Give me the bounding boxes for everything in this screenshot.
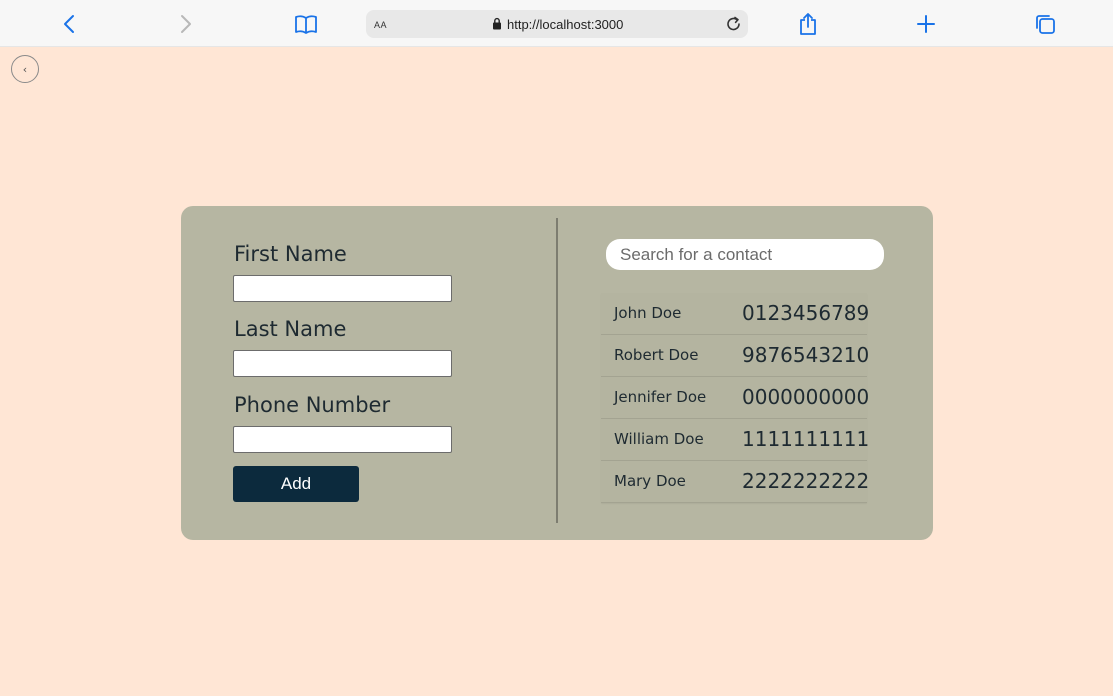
share-icon <box>800 13 816 35</box>
divider <box>556 218 558 523</box>
page-back-button[interactable]: ‹ <box>11 55 39 83</box>
first-name-input[interactable] <box>233 275 452 302</box>
search-placeholder: Search for a contact <box>620 244 773 264</box>
phone-number-label: Phone Number <box>234 393 391 417</box>
book-icon <box>295 15 317 34</box>
first-name-label: First Name <box>234 242 347 266</box>
contact-row[interactable]: Jennifer Doe 0000000000 <box>601 377 870 419</box>
contact-phone: 0000000000 <box>742 385 870 409</box>
contact-name: Mary Doe <box>614 472 686 490</box>
phone-number-input[interactable] <box>233 426 452 453</box>
share-button[interactable] <box>794 10 822 38</box>
bookmarks-button[interactable] <box>292 10 320 38</box>
reload-icon[interactable] <box>725 14 743 34</box>
contact-phone: 2222222222 <box>742 469 870 493</box>
contact-row[interactable]: Mary Doe 2222222222 <box>601 461 870 503</box>
contact-name: John Doe <box>614 304 682 322</box>
last-name-label: Last Name <box>234 317 347 341</box>
contact-card: First Name Last Name Phone Number Add Se… <box>181 206 933 540</box>
last-name-input[interactable] <box>233 350 452 377</box>
forward-button[interactable] <box>172 10 200 38</box>
url-text: http://localhost:3000 <box>507 17 624 32</box>
chevron-left-icon <box>64 15 74 33</box>
contact-phone: 0123456789 <box>742 301 870 325</box>
chevron-left-icon: ‹ <box>22 62 28 76</box>
browser-toolbar: AA http://localhost:3000 <box>0 0 1113 47</box>
contact-name: Robert Doe <box>614 346 699 364</box>
contact-row[interactable]: William Doe 1111111111 <box>601 419 870 461</box>
plus-icon <box>917 15 935 33</box>
back-button[interactable] <box>55 10 83 38</box>
contact-row[interactable]: John Doe 0123456789 <box>601 293 870 335</box>
contact-row[interactable]: Robert Doe 9876543210 <box>601 335 870 377</box>
contact-phone: 9876543210 <box>742 343 870 367</box>
contact-list: John Doe 0123456789 Robert Doe 987654321… <box>601 293 870 503</box>
lock-icon <box>493 17 501 30</box>
tabs-button[interactable] <box>1031 10 1059 38</box>
contact-name: Jennifer Doe <box>614 388 707 406</box>
text-size-label: AA <box>374 20 388 30</box>
contact-phone: 1111111111 <box>742 427 870 451</box>
chevron-right-icon <box>181 15 191 33</box>
address-bar[interactable]: AA http://localhost:3000 <box>366 10 748 38</box>
tabs-icon <box>1036 15 1055 34</box>
text-size-button[interactable]: AA <box>374 17 387 31</box>
contact-name: William Doe <box>614 430 704 448</box>
add-contact-button[interactable]: Add <box>233 466 359 502</box>
search-input[interactable]: Search for a contact <box>606 239 884 270</box>
new-tab-button[interactable] <box>912 10 940 38</box>
